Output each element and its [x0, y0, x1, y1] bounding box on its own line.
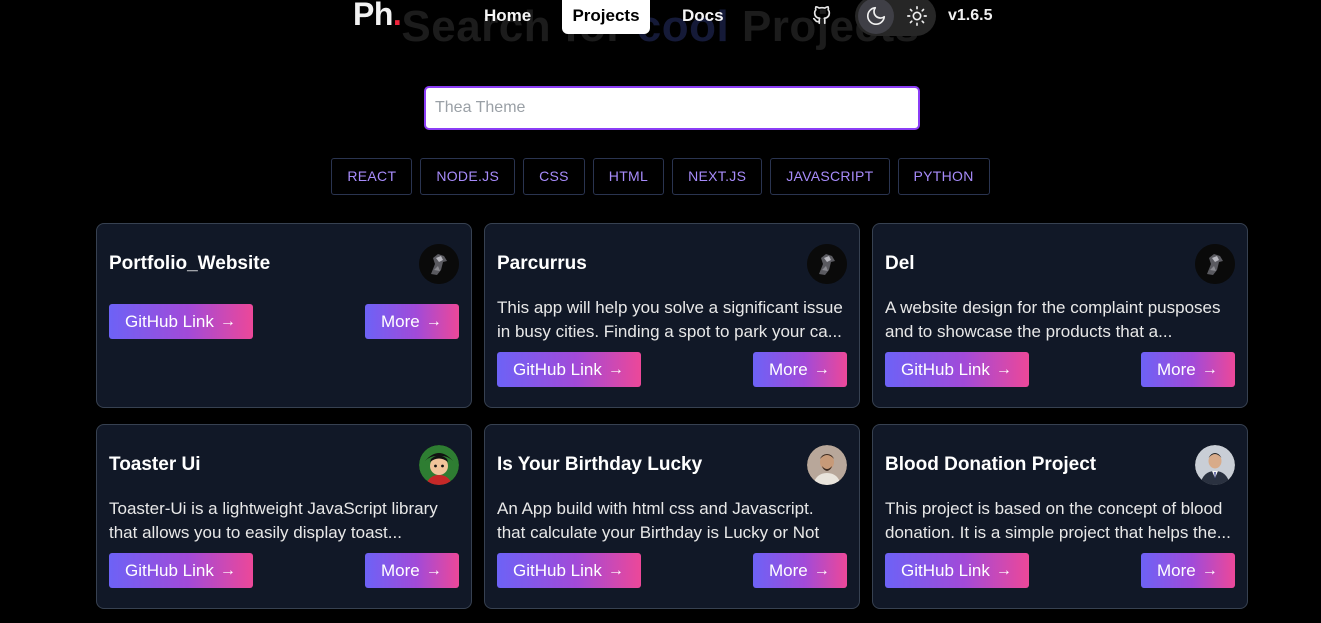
person-suit-avatar — [1195, 445, 1235, 485]
arrow-right-icon: → — [995, 562, 1012, 579]
nav-home-link[interactable]: Home — [484, 0, 531, 34]
navbar: Ph. Home Projects Docs v1.6.5 — [0, 0, 1321, 36]
github-link-button[interactable]: GitHub Link → — [497, 352, 641, 387]
tag-css[interactable]: CSS — [523, 158, 585, 195]
more-label: More — [381, 312, 420, 331]
more-label: More — [1157, 561, 1196, 580]
github-link-button[interactable]: GitHub Link → — [885, 553, 1029, 588]
github-link-label: GitHub Link — [901, 360, 990, 379]
anime-avatar — [419, 445, 459, 485]
project-card: Parcurrus This app will help you solve a… — [484, 223, 860, 408]
more-button[interactable]: More → — [365, 304, 459, 339]
github-link-label: GitHub Link — [513, 360, 602, 379]
nav-docs-link[interactable]: Docs — [682, 0, 724, 34]
project-title: Parcurrus — [497, 253, 587, 274]
more-button[interactable]: More → — [753, 352, 847, 387]
tag-javascript[interactable]: JAVASCRIPT — [770, 158, 890, 195]
project-card: Toaster Ui Toaster-Ui is a lightweight J… — [96, 424, 472, 609]
project-title: Del — [885, 253, 915, 274]
github-icon[interactable] — [811, 4, 833, 26]
project-card: Portfolio_Website GitHub Link → More → — [96, 223, 472, 408]
github-link-button[interactable]: GitHub Link → — [109, 304, 253, 339]
github-link-label: GitHub Link — [513, 561, 602, 580]
project-description: This app will help you solve a significa… — [497, 298, 843, 341]
tag-nodejs[interactable]: NODE.JS — [420, 158, 516, 195]
tag-python[interactable]: PYTHON — [897, 158, 990, 195]
github-link-label: GitHub Link — [125, 561, 214, 580]
arrow-right-icon: → — [607, 361, 624, 378]
more-label: More — [381, 561, 420, 580]
logo-text: Ph — [353, 0, 393, 32]
project-card: Is Your Birthday Lucky An App build with… — [484, 424, 860, 609]
more-button[interactable]: More → — [365, 553, 459, 588]
project-description: An App build with html css and Javascrip… — [497, 499, 820, 542]
github-link-button[interactable]: GitHub Link → — [885, 352, 1029, 387]
version-label: v1.6.5 — [948, 7, 993, 24]
arrow-right-icon: → — [813, 562, 830, 579]
project-title: Portfolio_Website — [109, 253, 271, 274]
tag-filter-list: REACT NODE.JS CSS HTML NEXT.JS JAVASCRIP… — [0, 158, 1321, 195]
dark-horse-avatar — [1195, 244, 1235, 284]
arrow-right-icon: → — [1201, 562, 1218, 579]
arrow-right-icon: → — [425, 313, 442, 330]
nav-projects-link[interactable]: Projects — [562, 0, 650, 34]
dark-horse-avatar — [807, 244, 847, 284]
page: Search for cool Projects Ph. Home Projec… — [0, 0, 1321, 623]
logo[interactable]: Ph. — [353, 0, 402, 33]
arrow-right-icon: → — [1201, 361, 1218, 378]
theme-switch — [855, 0, 936, 36]
project-card: Del A website design for the complaint p… — [872, 223, 1248, 408]
person-avatar — [807, 445, 847, 485]
arrow-right-icon: → — [425, 562, 442, 579]
arrow-right-icon: → — [607, 562, 624, 579]
project-description: A website design for the complaint puspo… — [885, 298, 1221, 341]
more-button[interactable]: More → — [753, 553, 847, 588]
more-label: More — [769, 561, 808, 580]
logo-dot: . — [392, 0, 402, 32]
project-description: This project is based on the concept of … — [885, 499, 1231, 542]
tag-nextjs[interactable]: NEXT.JS — [672, 158, 763, 195]
github-link-label: GitHub Link — [125, 312, 214, 331]
tag-react[interactable]: REACT — [331, 158, 413, 195]
search-input[interactable] — [424, 86, 920, 130]
github-link-button[interactable]: GitHub Link → — [109, 553, 253, 588]
arrow-right-icon: → — [813, 361, 830, 378]
more-label: More — [769, 360, 808, 379]
tag-html[interactable]: HTML — [592, 158, 665, 195]
sun-icon[interactable] — [899, 0, 935, 34]
project-title: Toaster Ui — [109, 454, 201, 475]
project-title: Is Your Birthday Lucky — [497, 454, 703, 475]
project-description: Toaster-Ui is a lightweight JavaScript l… — [109, 499, 438, 542]
arrow-right-icon: → — [219, 562, 236, 579]
project-title: Blood Donation Project — [885, 454, 1097, 475]
moon-icon[interactable] — [858, 0, 894, 34]
dark-horse-avatar — [419, 244, 459, 284]
more-button[interactable]: More → — [1141, 352, 1235, 387]
project-card: Blood Donation Project This project is b… — [872, 424, 1248, 609]
project-card-grid: Portfolio_Website GitHub Link → More → Par… — [96, 223, 1248, 609]
arrow-right-icon: → — [995, 361, 1012, 378]
more-label: More — [1157, 360, 1196, 379]
arrow-right-icon: → — [219, 313, 236, 330]
more-button[interactable]: More → — [1141, 553, 1235, 588]
github-link-label: GitHub Link — [901, 561, 990, 580]
github-link-button[interactable]: GitHub Link → — [497, 553, 641, 588]
